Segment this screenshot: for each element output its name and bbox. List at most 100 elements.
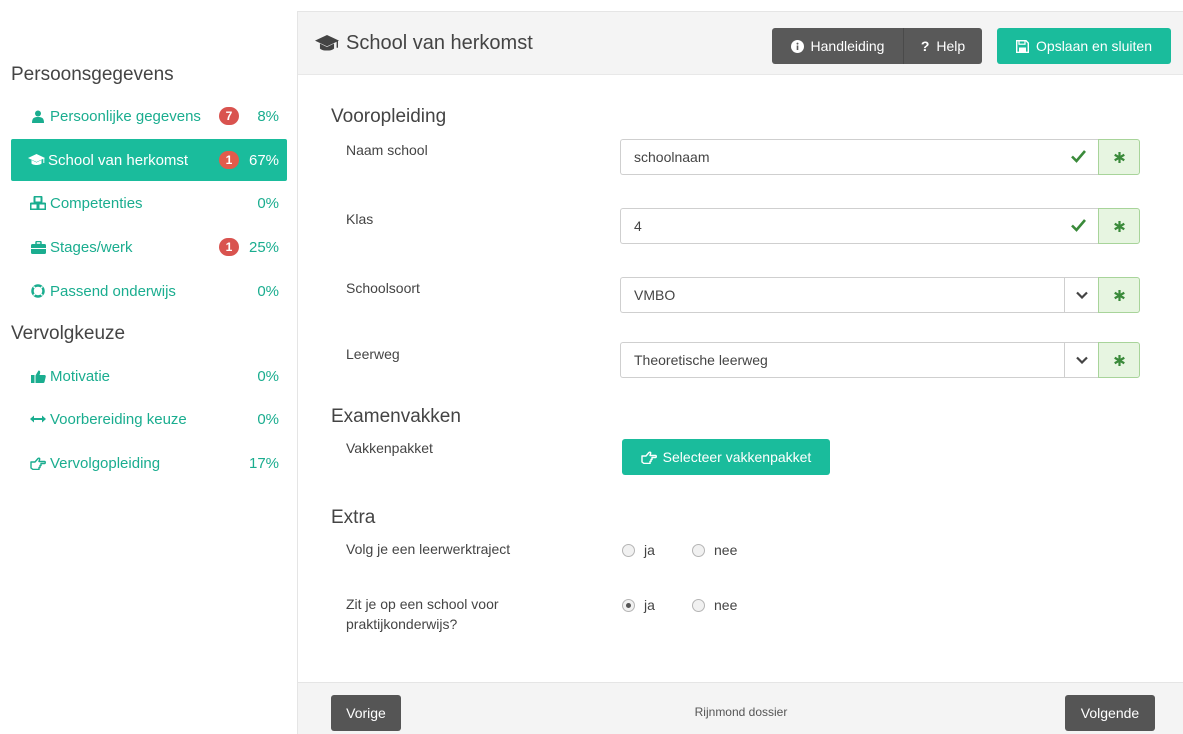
radio-circle-selected[interactable] <box>622 598 635 612</box>
chevron-down-icon[interactable] <box>1064 277 1098 313</box>
progress-percentage: 17% <box>249 454 280 472</box>
radio-label: ja <box>644 597 655 613</box>
schoolsoort-value: VMBO <box>634 287 676 303</box>
radio-circle[interactable] <box>692 543 705 557</box>
praktijkonderwijs-label: Zit je op een school voor praktijkonderw… <box>346 594 499 634</box>
leerwerktraject-radio-ja[interactable]: ja <box>622 542 655 558</box>
klas-value: 4 <box>634 218 642 234</box>
radio-label: ja <box>644 542 655 558</box>
help-button[interactable]: ? Help <box>903 28 982 64</box>
question-icon: ? <box>920 38 930 54</box>
naam-school-value: schoolnaam <box>634 149 710 165</box>
sidebar-item-label: Passend onderwijs <box>50 282 176 300</box>
page-header: School van herkomst Handleiding ? Help O… <box>298 12 1183 75</box>
info-icon <box>790 39 804 53</box>
thumbs-up-icon <box>29 370 47 383</box>
sidebar-item-competenties[interactable]: Competenties 0% <box>11 182 287 224</box>
sidebar-section-title-persoonsgegevens: Persoonsgegevens <box>11 64 174 85</box>
handleiding-button-label: Handleiding <box>810 38 885 54</box>
required-asterisk-icon <box>1098 208 1140 244</box>
save-button-label: Opslaan en sluiten <box>1036 38 1152 54</box>
status-badge: 1 <box>219 238 239 256</box>
schoolsoort-field-group: VMBO <box>620 277 1140 313</box>
sidebar-item-school-van-herkomst[interactable]: School van herkomst 1 67% <box>11 139 287 181</box>
schoolsoort-label: Schoolsoort <box>346 280 420 296</box>
sidebar-item-passend-onderwijs[interactable]: Passend onderwijs 0% <box>11 270 287 312</box>
klas-label: Klas <box>346 211 374 227</box>
hand-pointer-icon <box>29 456 47 470</box>
status-badge: 1 <box>219 151 239 169</box>
section-title-vooropleiding: Vooropleiding <box>331 106 447 127</box>
cubes-icon <box>29 196 47 210</box>
progress-percentage: 8% <box>257 107 279 125</box>
naam-school-field-group: schoolnaam <box>620 139 1140 175</box>
chevron-down-icon[interactable] <box>1064 342 1098 378</box>
status-badge: 7 <box>219 107 239 125</box>
sidebar-item-persoonlijke-gegevens[interactable]: Persoonlijke gegevens 7 8% <box>11 95 287 137</box>
klas-input[interactable]: 4 <box>620 208 1098 244</box>
required-asterisk-icon <box>1098 277 1140 313</box>
leerweg-label: Leerweg <box>346 346 400 362</box>
radio-label: nee <box>714 542 738 558</box>
floppy-disk-icon <box>1016 39 1030 53</box>
hand-pointer-icon <box>640 450 657 464</box>
naam-school-label: Naam school <box>346 142 428 158</box>
leerweg-value: Theoretische leerweg <box>634 352 768 368</box>
graduation-cap-icon <box>27 154 45 166</box>
graduation-cap-icon <box>315 35 339 52</box>
lifebuoy-icon <box>29 284 47 298</box>
required-asterisk-icon <box>1098 139 1140 175</box>
leerweg-select[interactable]: Theoretische leerweg <box>620 342 1064 378</box>
praktijkonderwijs-label-line1: Zit je op een school voor <box>346 596 499 612</box>
sidebar-item-label: Vervolgopleiding <box>50 454 161 472</box>
radio-label: nee <box>714 597 738 613</box>
next-button-label: Volgende <box>1080 705 1140 721</box>
praktijkonderwijs-radio-nee[interactable]: nee <box>692 597 737 613</box>
progress-percentage: 67% <box>249 151 280 169</box>
sidebar-item-label: Stages/werk <box>50 238 133 256</box>
radio-circle[interactable] <box>622 543 635 557</box>
handleiding-button[interactable]: Handleiding <box>772 28 903 64</box>
vakkenpakket-label: Vakkenpakket <box>346 440 433 456</box>
sidebar-section-title-vervolgkeuze: Vervolgkeuze <box>11 323 126 344</box>
schoolsoort-select[interactable]: VMBO <box>620 277 1064 313</box>
help-button-label: Help <box>936 38 966 54</box>
sidebar-item-label: School van herkomst <box>48 151 189 169</box>
leerweg-field-group: Theoretische leerweg <box>620 342 1140 378</box>
check-icon <box>1071 149 1086 166</box>
arrows-horizontal-icon <box>29 415 47 423</box>
save-and-close-button[interactable]: Opslaan en sluiten <box>997 28 1171 64</box>
praktijkonderwijs-radio-ja[interactable]: ja <box>622 597 655 613</box>
sidebar-item-label: Voorbereiding keuze <box>50 410 187 428</box>
sidebar-item-label: Persoonlijke gegevens <box>50 107 201 125</box>
section-title-examenvakken: Examenvakken <box>331 406 461 427</box>
main-panel: School van herkomst Handleiding ? Help O… <box>297 11 1183 734</box>
praktijkonderwijs-label-line2: praktijkonderwijs? <box>346 616 458 632</box>
select-vakkenpakket-label: Selecteer vakkenpakket <box>662 449 812 465</box>
next-button[interactable]: Volgende <box>1065 695 1155 731</box>
klas-field-group: 4 <box>620 208 1140 244</box>
leerwerktraject-label: Volg je een leerwerktraject <box>346 541 511 557</box>
user-icon <box>29 110 47 123</box>
progress-percentage: 0% <box>257 410 279 428</box>
sidebar-item-vervolgopleiding[interactable]: Vervolgopleiding 17% <box>11 442 287 484</box>
radio-circle[interactable] <box>692 598 705 612</box>
footer-center-text: Rijnmond dossier <box>694 705 788 719</box>
page-title-text: School van herkomst <box>346 32 533 54</box>
select-vakkenpakket-button[interactable]: Selecteer vakkenpakket <box>622 439 830 475</box>
sidebar-item-motivatie[interactable]: Motivatie 0% <box>11 355 287 397</box>
sidebar: Persoonsgegevens Persoonlijke gegevens 7… <box>0 0 297 734</box>
briefcase-icon <box>29 240 47 254</box>
progress-percentage: 0% <box>257 367 279 385</box>
page-title: School van herkomst <box>315 32 533 55</box>
progress-percentage: 25% <box>249 238 280 256</box>
sidebar-item-label: Competenties <box>50 194 143 212</box>
naam-school-input[interactable]: schoolnaam <box>620 139 1098 175</box>
sidebar-item-voorbereiding-keuze[interactable]: Voorbereiding keuze 0% <box>11 398 287 440</box>
sidebar-item-label: Motivatie <box>50 367 111 385</box>
page-footer: Vorige Rijnmond dossier Volgende <box>298 682 1183 734</box>
leerwerktraject-radio-nee[interactable]: nee <box>692 542 737 558</box>
sidebar-item-stages-werk[interactable]: Stages/werk 1 25% <box>11 226 287 268</box>
progress-percentage: 0% <box>257 282 279 300</box>
check-icon <box>1071 218 1086 235</box>
